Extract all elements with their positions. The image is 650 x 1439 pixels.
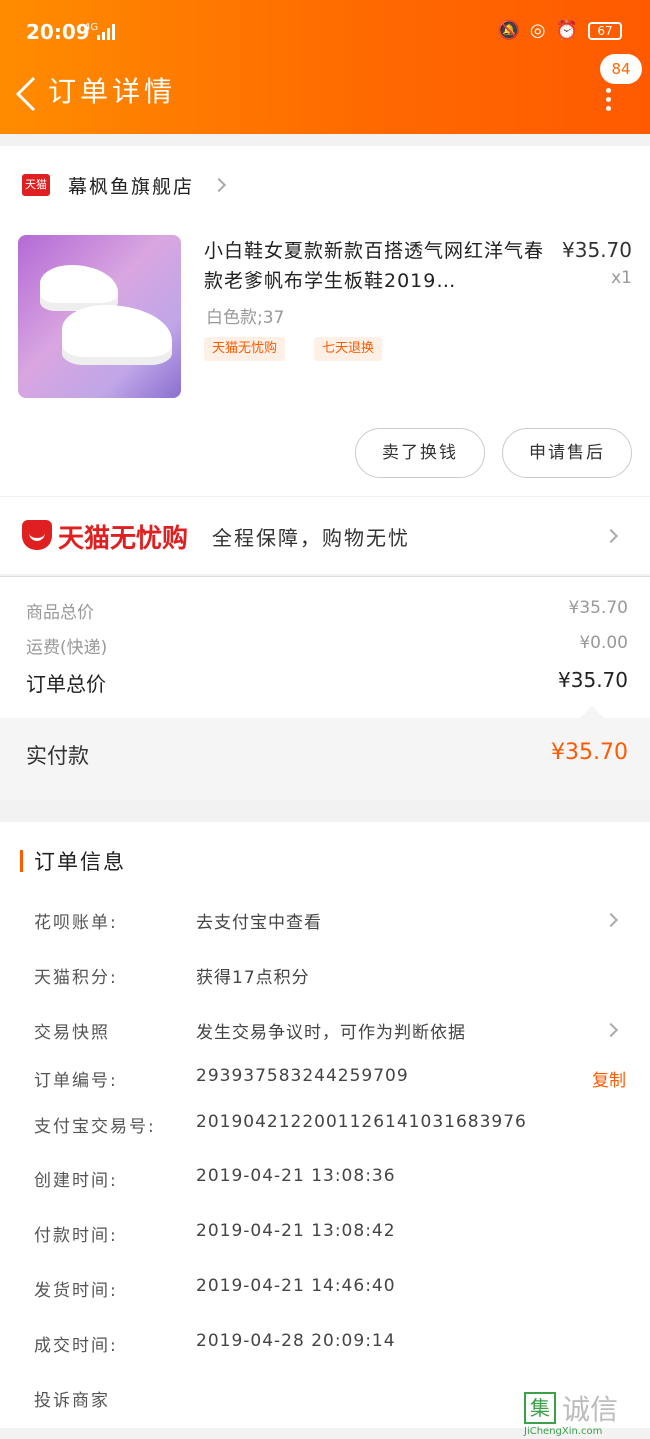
- message-count-badge[interactable]: 84: [600, 54, 642, 84]
- goods-total-row: 商品总价 ¥35.70: [26, 598, 628, 623]
- alarm-icon: ⏰: [555, 20, 578, 41]
- order-total-row: 订单总价 ¥35.70: [26, 668, 628, 697]
- info-value-shipped: 2019-04-21 14:46:40: [196, 1276, 396, 1296]
- goods-total-value: ¥35.70: [568, 598, 628, 618]
- info-label-points: 天猫积分:: [34, 968, 118, 988]
- shipping-label: 运费(快递): [26, 638, 108, 658]
- shipping-row: 运费(快递) ¥0.00: [26, 633, 628, 658]
- top-bar: 20:09 4G 🔕 ◎ ⏰ 67 订单详情 84: [0, 0, 650, 134]
- order-total-label: 订单总价: [26, 672, 106, 696]
- info-label-completed: 成交时间:: [34, 1336, 118, 1356]
- shipping-value: ¥0.00: [579, 633, 628, 653]
- back-arrow-icon[interactable]: [14, 76, 38, 112]
- info-value-snapshot[interactable]: 发生交易争议时，可作为判断依据: [196, 1018, 466, 1043]
- tmall-shield-icon: [22, 520, 52, 550]
- section-accent: [20, 850, 23, 872]
- signal-icon: [95, 24, 117, 40]
- goods-total-label: 商品总价: [26, 603, 94, 623]
- watermark-logo: 集: [524, 1392, 556, 1424]
- info-label-huabei: 花呗账单:: [34, 913, 118, 933]
- info-value-points: 获得17点积分: [196, 968, 310, 988]
- status-icons: 🔕 ◎ ⏰ 67: [497, 20, 622, 41]
- page-title: 订单详情: [48, 75, 177, 108]
- paid-label: 实付款: [26, 744, 89, 768]
- info-label-paid: 付款时间:: [34, 1226, 118, 1246]
- watermark: 集 诚信 JiChengXin.com: [524, 1384, 644, 1439]
- order-total-value: ¥35.70: [558, 668, 628, 692]
- product-sku: 白色款;37: [206, 308, 285, 328]
- copy-button[interactable]: 复制: [592, 1066, 626, 1091]
- info-value-completed: 2019-04-28 20:09:14: [196, 1331, 396, 1351]
- info-value-huabei[interactable]: 去支付宝中查看: [196, 908, 322, 933]
- lock-rotation-icon: ◎: [529, 20, 546, 41]
- mute-bell-icon: 🔕: [497, 20, 520, 41]
- watermark-url: JiChengXin.com: [524, 1426, 603, 1437]
- info-label-order-no: 订单编号:: [34, 1071, 118, 1091]
- battery-icon: 67: [588, 21, 622, 40]
- status-time: 20:09: [26, 20, 90, 44]
- paid-value: ¥35.70: [551, 740, 628, 765]
- tag-tmall-wuyou: 天猫无忧购: [204, 337, 286, 361]
- status-bar: 20:09 4G 🔕 ◎ ⏰ 67: [0, 0, 650, 64]
- caret-up-icon: [580, 706, 604, 718]
- product-price: ¥35.70: [562, 238, 632, 262]
- info-label-created: 创建时间:: [34, 1171, 118, 1191]
- info-value-created: 2019-04-21 13:08:36: [196, 1166, 396, 1186]
- watermark-text: 诚信: [562, 1393, 619, 1426]
- paid-row: 实付款 ¥35.70: [26, 740, 628, 770]
- sell-for-cash-button[interactable]: 卖了换钱: [355, 428, 485, 478]
- product-quantity: x1: [611, 268, 632, 288]
- guarantee-desc: 全程保障，购物无忧: [212, 526, 410, 550]
- order-info-title: 订单信息: [34, 850, 126, 874]
- info-value-paid: 2019-04-21 13:08:42: [196, 1221, 396, 1241]
- after-sale-button[interactable]: 申请售后: [502, 428, 632, 478]
- shop-name[interactable]: 幕枫鱼旗舰店: [68, 172, 194, 199]
- info-value-order-no: 293937583244259709: [196, 1066, 409, 1086]
- info-label-snapshot: 交易快照: [34, 1023, 110, 1043]
- guarantee-brand: 天猫无忧购: [58, 524, 189, 554]
- product-image[interactable]: [18, 235, 181, 398]
- complain-seller-link[interactable]: 投诉商家: [34, 1386, 110, 1411]
- info-label-shipped: 发货时间:: [34, 1281, 118, 1301]
- more-menu-icon[interactable]: [606, 88, 612, 111]
- product-title[interactable]: 小白鞋女夏款新款百搭透气网红洋气春款老爹帆布学生板鞋2019…: [204, 236, 549, 296]
- tag-seven-day-return: 七天退换: [314, 337, 383, 361]
- info-label-alipay-no: 支付宝交易号:: [34, 1117, 156, 1137]
- info-value-alipay-no: 2019042122001126141031683976: [196, 1112, 527, 1132]
- tmall-logo: 天猫: [22, 174, 50, 196]
